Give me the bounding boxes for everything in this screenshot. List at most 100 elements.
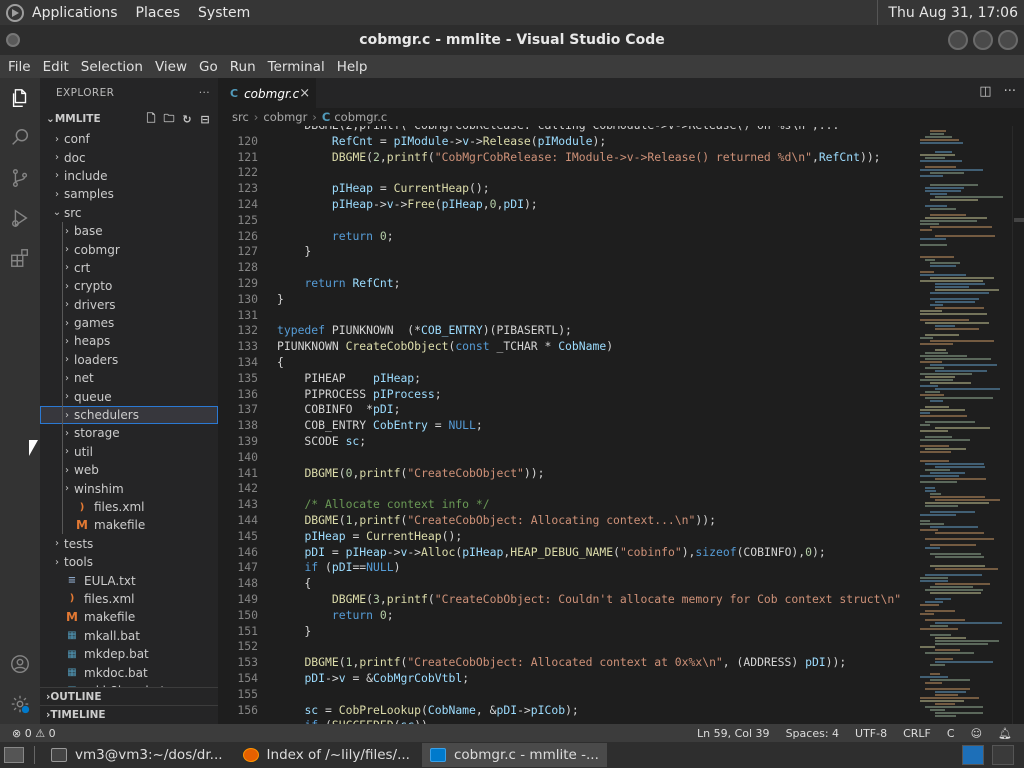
tab-cobmgr-c[interactable]: C cobmgr.c × xyxy=(218,78,316,108)
close-tab-icon[interactable]: × xyxy=(299,86,310,101)
minimize-button[interactable] xyxy=(948,30,968,50)
panel-menu-applications[interactable]: Applications xyxy=(32,5,118,21)
menu-run[interactable]: Run xyxy=(224,59,262,75)
code-line[interactable]: 156 sc = CobPreLookup(CobName, &pDI->pIC… xyxy=(218,703,914,719)
tree-folder[interactable]: › cobmgr xyxy=(40,240,218,258)
tree-folder[interactable]: › net xyxy=(40,369,218,387)
code-line[interactable]: 147 if (pDI==NULL) xyxy=(218,560,914,576)
cursor-position[interactable]: Ln 59, Col 39 xyxy=(697,727,770,740)
tree-folder[interactable]: ⌄ src xyxy=(40,204,218,222)
code-line[interactable]: 121 DBGME(2,printf("CobMgrCobRelease: IM… xyxy=(218,150,914,166)
extensions-icon[interactable] xyxy=(8,246,32,270)
tree-folder[interactable]: › samples xyxy=(40,185,218,203)
maximize-button[interactable] xyxy=(973,30,993,50)
code-line[interactable]: 139 SCODE sc; xyxy=(218,434,914,450)
encoding[interactable]: UTF-8 xyxy=(855,727,887,740)
tree-file[interactable]: ▦ mkdoc.bat xyxy=(40,663,218,681)
split-editor-icon[interactable]: ◫ xyxy=(979,84,991,99)
code-line[interactable]: 143 /* Allocate context info */ xyxy=(218,497,914,513)
collapse-all-icon[interactable]: ⊟ xyxy=(198,112,212,126)
tree-folder[interactable]: › doc xyxy=(40,148,218,166)
tree-file[interactable]: Mmakefile xyxy=(40,516,218,534)
workspace-switcher-1[interactable] xyxy=(962,745,984,765)
tree-file[interactable]: ▦ mkall.bat xyxy=(40,627,218,645)
panel-menu-system[interactable]: System xyxy=(198,5,250,21)
tree-file[interactable]: Mmakefile xyxy=(40,608,218,626)
code-line[interactable]: 130} xyxy=(218,292,914,308)
explorer-icon[interactable] xyxy=(8,86,32,110)
tree-folder[interactable]: › winshim xyxy=(40,479,218,497)
window-titlebar[interactable]: cobmgr.c - mmlite - Visual Studio Code xyxy=(0,25,1024,55)
code-line[interactable]: 131 xyxy=(218,308,914,324)
tree-folder[interactable]: › tools xyxy=(40,553,218,571)
code-line[interactable]: 134 { xyxy=(218,355,914,371)
tree-folder[interactable]: › schedulers xyxy=(40,405,218,425)
code-line[interactable]: 127 } xyxy=(218,244,914,260)
code-line[interactable]: 120 RefCnt = pIModule->v->Release(pIModu… xyxy=(218,134,914,150)
show-desktop-icon[interactable] xyxy=(4,747,24,763)
applications-logo-icon[interactable] xyxy=(6,3,24,22)
window-menu-icon[interactable] xyxy=(6,33,20,47)
code-line[interactable]: DBGME(2,printf("CobMgrCobRelease: callin… xyxy=(218,126,914,134)
code-line[interactable]: 129 return RefCnt; xyxy=(218,276,914,292)
search-icon[interactable] xyxy=(8,126,32,150)
tree-folder[interactable]: › util xyxy=(40,443,218,461)
tree-folder[interactable]: › drivers xyxy=(40,296,218,314)
tree-folder[interactable]: › crt xyxy=(40,259,218,277)
task-vscode[interactable]: cobmgr.c - mmlite -... xyxy=(421,743,607,767)
explorer-more-button[interactable]: ··· xyxy=(199,87,210,99)
breadcrumb-src[interactable]: src xyxy=(232,110,249,124)
tree-folder[interactable]: › heaps xyxy=(40,332,218,350)
editor-scrollbar[interactable] xyxy=(1012,126,1024,724)
code-line[interactable]: 148 { xyxy=(218,576,914,592)
outline-section[interactable]: › OUTLINE xyxy=(40,687,218,705)
manage-gear-icon[interactable] xyxy=(8,692,32,716)
language-mode[interactable]: C xyxy=(947,727,955,740)
end-of-line[interactable]: CRLF xyxy=(903,727,931,740)
code-line[interactable]: 135 PIHEAP pIHeap; xyxy=(218,371,914,387)
task-terminal[interactable]: vm3@vm3:~/dos/dr... xyxy=(43,743,231,767)
breadcrumb-cobmgr[interactable]: cobmgr xyxy=(263,110,307,124)
menu-selection[interactable]: Selection xyxy=(75,59,149,75)
minimap[interactable] xyxy=(916,126,1012,724)
code-line[interactable]: 132 typedef PIUNKNOWN (*COB_ENTRY)(PIBASE… xyxy=(218,323,914,339)
notifications-bell-icon[interactable]: 🔔︎ xyxy=(998,727,1012,740)
tree-file[interactable]: ) files.xml xyxy=(40,498,218,516)
code-line[interactable]: 138 COB_ENTRY CobEntry = NULL; xyxy=(218,418,914,434)
workspace-switcher-2[interactable] xyxy=(992,745,1014,765)
tree-folder[interactable]: › tests xyxy=(40,535,218,553)
code-line[interactable]: 149 DBGME(3,printf("CreateCobObject: Cou… xyxy=(218,592,914,608)
workspace-root[interactable]: ⌄ MMLITE 🗋 🗀 ↻ ⊟ xyxy=(40,108,218,130)
run-debug-icon[interactable] xyxy=(8,206,32,230)
refresh-icon[interactable]: ↻ xyxy=(180,112,194,126)
tree-folder[interactable]: › storage xyxy=(40,424,218,442)
new-file-icon[interactable]: 🗋 xyxy=(144,112,158,126)
code-line[interactable]: 146 pDI = pIHeap->v->Alloc(pIHeap,HEAP_D… xyxy=(218,545,914,561)
code-line[interactable]: 152 xyxy=(218,639,914,655)
menu-go[interactable]: Go xyxy=(193,59,224,75)
code-line[interactable]: 142 xyxy=(218,481,914,497)
menu-edit[interactable]: Edit xyxy=(37,59,75,75)
code-line[interactable]: 154 pDI->v = &CobMgrCobVtbl; xyxy=(218,671,914,687)
tree-folder[interactable]: › conf xyxy=(40,130,218,148)
account-icon[interactable] xyxy=(8,652,32,676)
tree-folder[interactable]: › crypto xyxy=(40,277,218,295)
tree-file[interactable]: ▦ mkdep.bat xyxy=(40,645,218,663)
code-line[interactable]: 141 DBGME(0,printf("CreateCobObject")); xyxy=(218,466,914,482)
code-line[interactable]: 155 xyxy=(218,687,914,703)
panel-menu-places[interactable]: Places xyxy=(136,5,181,21)
code-line[interactable]: 133 PIUNKNOWN CreateCobObject(const _TCHA… xyxy=(218,339,914,355)
code-line[interactable]: 140 xyxy=(218,450,914,466)
tree-file[interactable]: ≡ EULA.txt xyxy=(40,571,218,589)
code-line[interactable]: 128 xyxy=(218,260,914,276)
breadcrumb-file[interactable]: cobmgr.c xyxy=(334,110,387,124)
task-firefox[interactable]: Index of /~lily/files/... xyxy=(235,743,418,767)
source-control-icon[interactable] xyxy=(8,166,32,190)
code-editor[interactable]: DBGME(2,printf("CobMgrCobRelease: callin… xyxy=(218,126,914,724)
close-window-button[interactable] xyxy=(998,30,1018,50)
tree-file[interactable]: ) files.xml xyxy=(40,590,218,608)
tree-folder[interactable]: › games xyxy=(40,314,218,332)
feedback-icon[interactable]: ☺ xyxy=(971,727,982,740)
tree-folder[interactable]: › loaders xyxy=(40,351,218,369)
indentation[interactable]: Spaces: 4 xyxy=(786,727,839,740)
